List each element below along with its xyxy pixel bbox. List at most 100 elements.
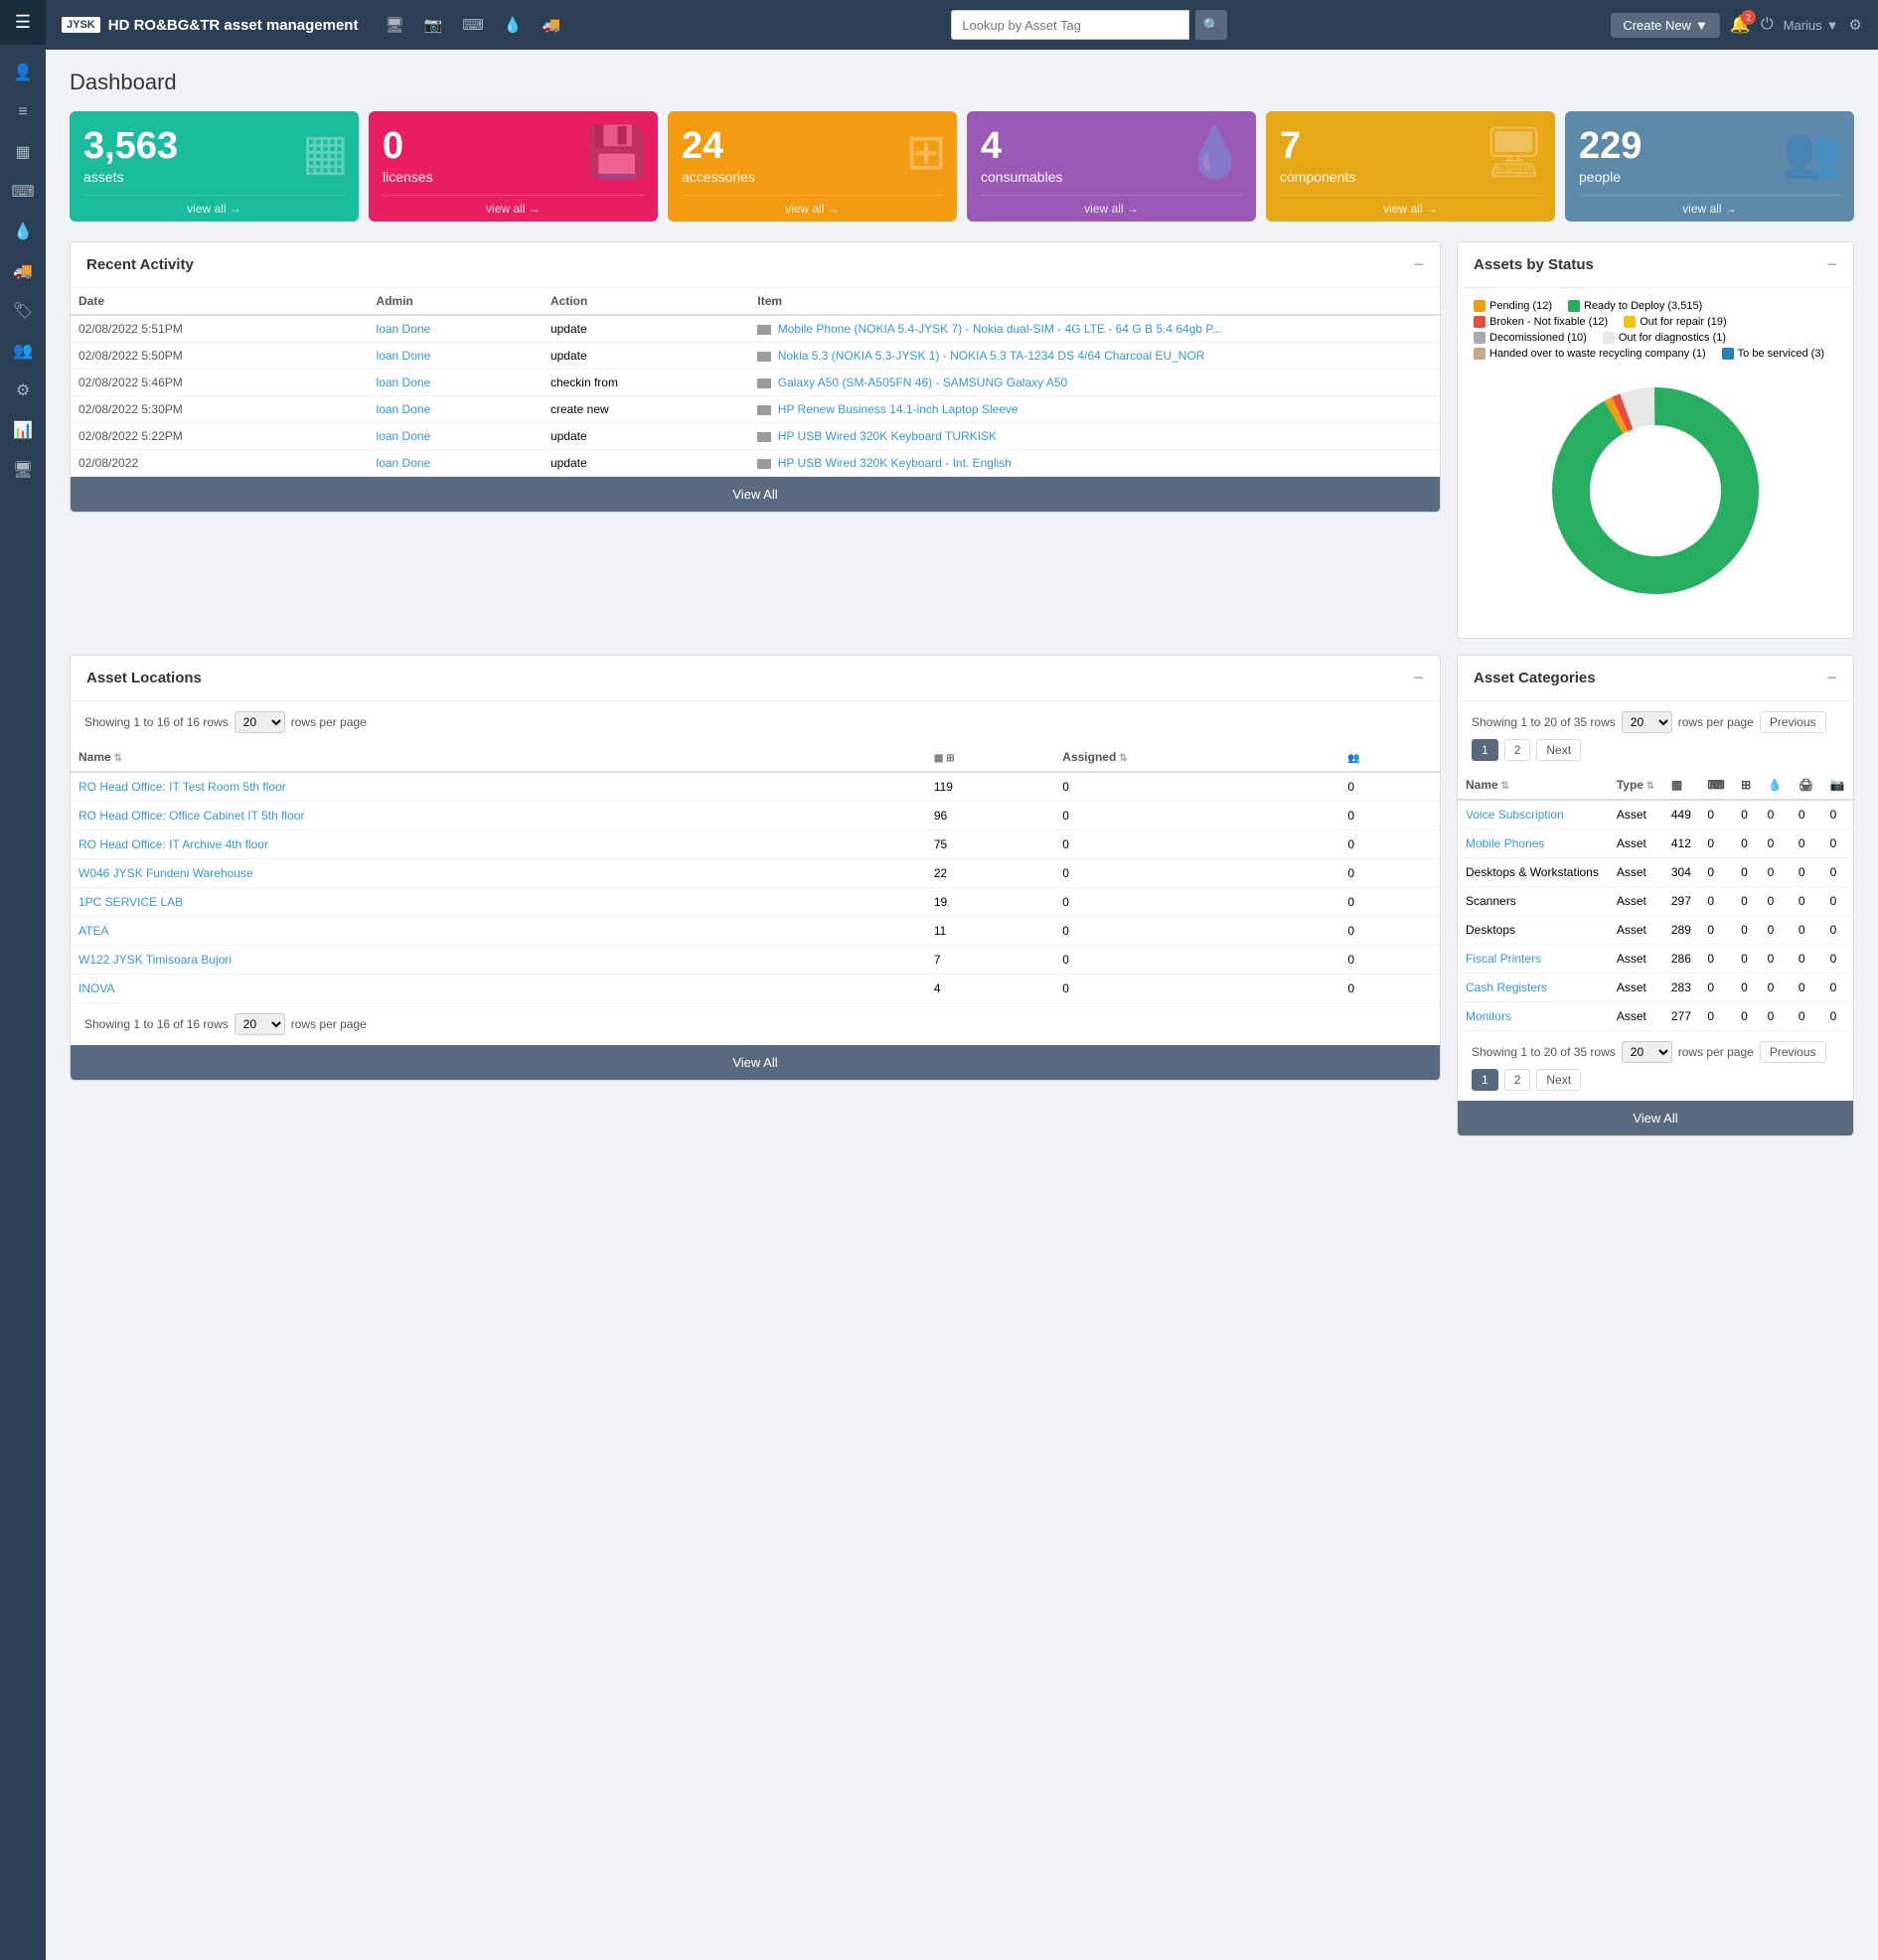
card-view-all-components[interactable]: view all → — [1280, 195, 1541, 222]
asset-locations-view-all[interactable]: View All — [71, 1045, 1440, 1080]
power-button[interactable]: ⏻ — [1761, 16, 1774, 34]
bell-button[interactable]: 🔔 2 — [1730, 15, 1751, 35]
page-1-btn-top[interactable]: 1 — [1472, 739, 1498, 761]
ra-item[interactable]: HP Renew Business 14.1-inch Laptop Sleev… — [749, 396, 1440, 423]
sidebar-item-tag[interactable]: 🏷 — [3, 293, 43, 329]
cat-name[interactable]: Voice Subscription — [1458, 800, 1609, 829]
loc-name[interactable]: W122 JYSK Timisoara Bujori — [71, 946, 926, 975]
create-new-button[interactable]: Create New ▼ — [1611, 13, 1720, 38]
loc-name[interactable]: INOVA — [71, 975, 926, 1003]
summary-card-assets[interactable]: ▦ 3,563 assets view all → — [70, 111, 359, 222]
nav-icon-keyboard[interactable]: ⌨ — [455, 12, 491, 38]
prev-btn-bottom[interactable]: Previous — [1760, 1041, 1826, 1063]
nav-icon-desktop[interactable]: 🖥 — [378, 12, 410, 38]
card-view-all-consumables[interactable]: view all → — [981, 195, 1242, 222]
sidebar-item-assets[interactable]: ≡ — [3, 94, 43, 130]
col-name-cat[interactable]: Name — [1458, 771, 1609, 800]
sidebar-item-settings[interactable]: ⚙ — [3, 373, 43, 408]
loc-name[interactable]: W046 JYSK Fundeni Warehouse — [71, 859, 926, 888]
asset-locations-per-page-bottom[interactable]: 2050100 — [235, 1013, 285, 1035]
summary-card-accessories[interactable]: ⊞ 24 accessories view all → — [668, 111, 957, 222]
loc-name[interactable]: 1PC SERVICE LAB — [71, 888, 926, 917]
cat-name[interactable]: Cash Registers — [1458, 974, 1609, 1002]
cat-name[interactable]: Mobile Phones — [1458, 829, 1609, 858]
asset-categories-view-all[interactable]: View All — [1458, 1101, 1853, 1135]
sidebar-item-bar[interactable]: ▦ — [3, 134, 43, 170]
loc-name[interactable]: RO Head Office: IT Test Room 5th floor — [71, 772, 926, 802]
user-menu[interactable]: Marius ▼ — [1784, 18, 1839, 33]
cat-name[interactable]: Scanners — [1458, 887, 1609, 916]
ra-admin[interactable]: loan Done — [369, 450, 543, 477]
col-assigned-loc[interactable]: Assigned — [1054, 743, 1339, 772]
sidebar-menu-toggle[interactable]: ☰ — [0, 0, 46, 45]
asset-categories-per-page-top[interactable]: 2050100 — [1622, 711, 1672, 733]
prev-btn-top[interactable]: Previous — [1760, 711, 1826, 733]
ra-admin[interactable]: loan Done — [369, 423, 543, 450]
sidebar-item-truck[interactable]: 🚚 — [3, 253, 43, 289]
ra-item[interactable]: HP USB Wired 320K Keyboard - Int. Englis… — [749, 450, 1440, 477]
cat-c3: 0 — [1733, 1002, 1759, 1031]
card-view-all-assets[interactable]: view all → — [83, 195, 345, 222]
col-action[interactable]: Action — [543, 288, 749, 315]
cat-c2: 0 — [1699, 800, 1733, 829]
col-name-loc[interactable]: Name — [71, 743, 926, 772]
table-row: 02/08/2022 5:50PM loan Done update Nokia… — [71, 343, 1440, 370]
col-date[interactable]: Date — [71, 288, 369, 315]
ra-item[interactable]: Galaxy A50 (SM-A505FN 46) - SAMSUNG Gala… — [749, 370, 1440, 396]
recent-activity-view-all[interactable]: View All — [71, 477, 1440, 512]
sidebar-item-keyboard[interactable]: ⌨ — [3, 174, 43, 210]
asset-categories-table-wrapper[interactable]: Name Type ▦ ⌨ ⊞ 💧 🖨 📷 — [1458, 771, 1853, 1031]
share-button[interactable]: ⚙ — [1849, 16, 1862, 34]
sidebar-item-people[interactable]: 👥 — [3, 333, 43, 369]
loc-name[interactable]: RO Head Office: IT Archive 4th floor — [71, 830, 926, 859]
col-type-cat[interactable]: Type — [1609, 771, 1663, 800]
search-input[interactable] — [951, 10, 1189, 40]
asset-locations-per-page-top[interactable]: 2050100 — [235, 711, 285, 733]
cat-name[interactable]: Fiscal Printers — [1458, 945, 1609, 974]
sidebar-item-chart[interactable]: 📊 — [3, 412, 43, 448]
ra-admin[interactable]: loan Done — [369, 343, 543, 370]
next-btn-top[interactable]: Next — [1536, 739, 1581, 761]
ra-item[interactable]: Nokia 5.3 (NOKIA 5.3-JYSK 1) - NOKIA 5.3… — [749, 343, 1440, 370]
card-view-all-accessories[interactable]: view all → — [682, 195, 943, 222]
asset-locations-collapse[interactable]: − — [1413, 668, 1424, 688]
ra-admin[interactable]: loan Done — [369, 370, 543, 396]
search-button[interactable]: 🔍 — [1195, 10, 1227, 40]
nav-icon-truck[interactable]: 🚚 — [536, 12, 568, 38]
page-2-btn-top[interactable]: 2 — [1504, 739, 1531, 761]
sidebar-item-home[interactable]: 👤 — [3, 55, 43, 90]
sidebar-item-drop[interactable]: 💧 — [3, 214, 43, 249]
ra-admin[interactable]: loan Done — [369, 315, 543, 343]
next-btn-bottom[interactable]: Next — [1536, 1069, 1581, 1091]
summary-card-components[interactable]: 🖥 7 components view all → — [1266, 111, 1555, 222]
assets-by-status-collapse[interactable]: − — [1826, 254, 1837, 275]
loc-assigned: 0 — [1054, 975, 1339, 1003]
asset-categories-collapse[interactable]: − — [1826, 668, 1837, 688]
sidebar-item-monitor[interactable]: 🖥 — [3, 452, 43, 488]
col-admin[interactable]: Admin — [369, 288, 543, 315]
summary-card-licenses[interactable]: 💾 0 licenses view all → — [369, 111, 658, 222]
recent-activity-scroll[interactable]: Date Admin Action Item 02/08/2022 5:51PM… — [71, 288, 1440, 477]
summary-card-consumables[interactable]: 💧 4 consumables view all → — [967, 111, 1256, 222]
nav-right: Create New ▼ 🔔 2 ⏻ Marius ▼ ⚙ — [1611, 13, 1862, 38]
page-2-btn-bottom[interactable]: 2 — [1504, 1069, 1531, 1091]
ra-item[interactable]: Mobile Phone (NOKIA 5.4-JYSK 7) - Nokia … — [749, 315, 1440, 343]
card-view-all-licenses[interactable]: view all → — [383, 195, 644, 222]
asset-categories-per-page-bottom[interactable]: 2050100 — [1622, 1041, 1672, 1063]
asset-locations-table-wrapper[interactable]: Name ▦ ⊞ Assigned 👥 RO Head Office: IT T… — [71, 743, 1440, 1003]
page-1-btn-bottom[interactable]: 1 — [1472, 1069, 1498, 1091]
cat-name[interactable]: Monitors — [1458, 1002, 1609, 1031]
col-item[interactable]: Item — [749, 288, 1440, 315]
recent-activity-collapse[interactable]: − — [1413, 254, 1424, 275]
loc-name[interactable]: ATEA — [71, 917, 926, 946]
ra-admin[interactable]: loan Done — [369, 396, 543, 423]
card-view-all-people[interactable]: view all → — [1579, 195, 1840, 222]
ra-item[interactable]: HP USB Wired 320K Keyboard TURKISK — [749, 423, 1440, 450]
nav-icon-drop[interactable]: 💧 — [497, 12, 530, 38]
loc-name[interactable]: RO Head Office: Office Cabinet IT 5th fl… — [71, 802, 926, 830]
asset-categories-pagination-top: Showing 1 to 20 of 35 rows 2050100 rows … — [1458, 701, 1853, 771]
nav-icon-camera[interactable]: 📷 — [417, 12, 450, 38]
cat-name[interactable]: Desktops & Workstations — [1458, 858, 1609, 887]
summary-card-people[interactable]: 👥 229 people view all → — [1565, 111, 1854, 222]
cat-name[interactable]: Desktops — [1458, 916, 1609, 945]
